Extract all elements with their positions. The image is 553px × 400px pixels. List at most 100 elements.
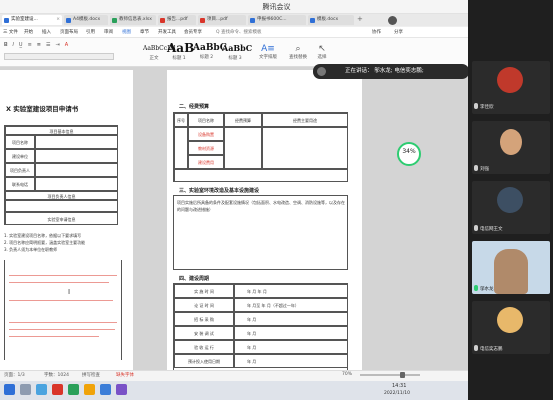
table-cell[interactable] <box>35 135 118 149</box>
close-tab-icon[interactable]: × <box>56 15 60 25</box>
avatar <box>497 67 523 93</box>
speaking-text: 正在讲话： 邬水龙; 电信奕志鹏; <box>345 68 424 74</box>
style-heading3[interactable]: AaBbC 标题 3 <box>222 41 253 63</box>
schedule-label: 招 标 采 购 <box>174 312 234 326</box>
table-cell <box>174 127 188 169</box>
tab-2[interactable]: 教师信息表.xlsx <box>110 15 156 25</box>
participant-name: 电信网王文 <box>480 227 503 232</box>
align-left-icon[interactable]: ≡ <box>28 42 32 48</box>
align-center-icon[interactable]: ≣ <box>37 42 41 48</box>
start-icon[interactable] <box>4 384 15 395</box>
style-heading1[interactable]: AaB 标题 1 <box>167 41 195 63</box>
schedule-value[interactable]: 年 月 <box>234 312 348 326</box>
schedule-value[interactable]: 年 月 年 月 <box>234 284 348 298</box>
clock-date: 2022/11/10 <box>384 391 410 396</box>
app-icon[interactable] <box>116 384 127 395</box>
wps-icon[interactable] <box>52 384 63 395</box>
table-cell[interactable] <box>224 127 262 169</box>
search-icon[interactable] <box>20 384 31 395</box>
search-icon: ⌕ <box>295 44 301 54</box>
style-heading2[interactable]: AaBbC 标题 2 <box>193 41 227 63</box>
font-controls: 𝐁 𝐼 U̲ ≡ ≣ ☰ ⇥ A <box>4 42 134 62</box>
table-cell[interactable] <box>262 127 348 169</box>
tab-5[interactable]: 申报书600C... <box>248 15 306 25</box>
sheet-icon <box>112 18 117 23</box>
menu-home[interactable]: 开始 <box>24 29 33 35</box>
italic-icon[interactable]: 𝐼 <box>13 42 14 48</box>
typeset-button[interactable]: A≡ 文字排版 <box>257 44 279 60</box>
tab-3[interactable]: 报告...pdf <box>158 15 196 25</box>
menu-chapter[interactable]: 章节 <box>140 29 149 35</box>
schedule-label: 验 收 运 行 <box>174 340 234 354</box>
doc-icon <box>310 18 315 23</box>
select-label: 选择 <box>317 55 327 60</box>
color-icon[interactable]: A <box>65 42 68 48</box>
text-line <box>9 300 113 301</box>
bold-icon[interactable]: 𝐁 <box>4 42 8 48</box>
style-normal[interactable]: AaBbCcDd 正文 <box>143 41 176 63</box>
table-cell: 设备购置 <box>188 127 224 141</box>
menu-layout[interactable]: 页面布局 <box>60 29 78 35</box>
new-tab-icon[interactable]: + <box>357 15 363 23</box>
tab-4[interactable]: 项目...pdf <box>198 15 246 25</box>
table-cell[interactable] <box>35 163 118 177</box>
font-select[interactable] <box>4 53 114 60</box>
style-sample: AaB <box>167 41 195 55</box>
participant-name: 邬水龙 <box>480 287 494 292</box>
tab-label: 模板.docx <box>317 17 339 22</box>
zoom-slider[interactable] <box>360 372 420 378</box>
menu-developer[interactable]: 开发工具 <box>158 29 176 35</box>
speaker-avatar <box>317 67 326 76</box>
account-avatar[interactable] <box>388 16 397 25</box>
meeting-icon[interactable] <box>100 384 111 395</box>
table-row: 项目负责人信息 <box>5 191 118 200</box>
menu-file[interactable]: 三 文件 <box>3 29 18 35</box>
underline-icon[interactable]: U̲ <box>19 42 23 48</box>
search-command[interactable]: Q 查找命令、搜索模板 <box>216 29 261 35</box>
find-replace-label: 查找替换 <box>289 55 307 60</box>
tab-label: 报告...pdf <box>167 17 188 22</box>
list-icon[interactable]: ☰ <box>46 42 50 48</box>
tab-1[interactable]: A4模板.docx <box>64 15 108 25</box>
select-button[interactable]: ↖ 选择 <box>314 44 330 60</box>
menu-member[interactable]: 会员专享 <box>184 29 202 35</box>
tab-6[interactable]: 模板.docx <box>308 15 354 25</box>
schedule-table: 实 施 时 间 年 月 年 月 论 证 时 间 年 月至 年 月（不超过一年） … <box>173 283 348 370</box>
file-explorer-icon[interactable] <box>36 384 47 395</box>
menu-review[interactable]: 审阅 <box>104 29 113 35</box>
style-label: 正文 <box>149 56 159 61</box>
indent-icon[interactable]: ⇥ <box>55 42 59 48</box>
wechat-icon[interactable] <box>68 384 79 395</box>
tab-0[interactable]: 实验室建设... × <box>2 15 62 25</box>
zoom-level[interactable]: 70% <box>342 372 352 377</box>
schedule-value[interactable]: 年 月 <box>234 326 348 340</box>
table-header: 序号 <box>174 113 188 127</box>
table-row: 建设单位 <box>5 149 35 163</box>
menu-view[interactable]: 视图 <box>122 29 131 35</box>
spell-check[interactable]: 拼写检查 <box>82 372 100 378</box>
table-header: 经费预算 <box>224 113 262 127</box>
table-cell[interactable] <box>35 177 118 191</box>
schedule-label: 安 装 调 试 <box>174 326 234 340</box>
facility-text: 项目实施后所具备的条件及配套设施情况（包括面积、水电改造、空调、消防设施等，以及… <box>177 200 345 212</box>
section-heading: 四、建设周期 <box>179 276 210 282</box>
find-replace-button[interactable]: ⌕ 查找替换 <box>287 44 309 60</box>
menu-insert[interactable]: 插入 <box>42 29 51 35</box>
schedule-value[interactable]: 年 月 <box>234 340 348 354</box>
pdf-icon <box>160 18 165 23</box>
missing-font-warning[interactable]: 缺失字体 <box>116 372 134 378</box>
section-heading: 三、实验室环境改造及基本设施建设 <box>179 188 260 194</box>
table-header: 经费主要用途 <box>262 113 348 127</box>
collab-button[interactable]: 协作 <box>372 29 381 35</box>
share-button[interactable]: 分享 <box>394 29 403 35</box>
table-cell: 教材资源 <box>188 141 224 155</box>
table-cell[interactable] <box>35 149 118 163</box>
table-cell[interactable] <box>5 200 118 212</box>
menu-references[interactable]: 引用 <box>86 29 95 35</box>
browser-icon[interactable] <box>84 384 95 395</box>
table-cell[interactable] <box>174 169 348 182</box>
schedule-value[interactable]: 年 月至 年 月（不超过一年） <box>234 298 348 312</box>
style-sample: AaBbC <box>222 43 253 53</box>
schedule-value[interactable]: 年 月 <box>234 354 348 368</box>
zoom-handle[interactable] <box>400 372 405 378</box>
